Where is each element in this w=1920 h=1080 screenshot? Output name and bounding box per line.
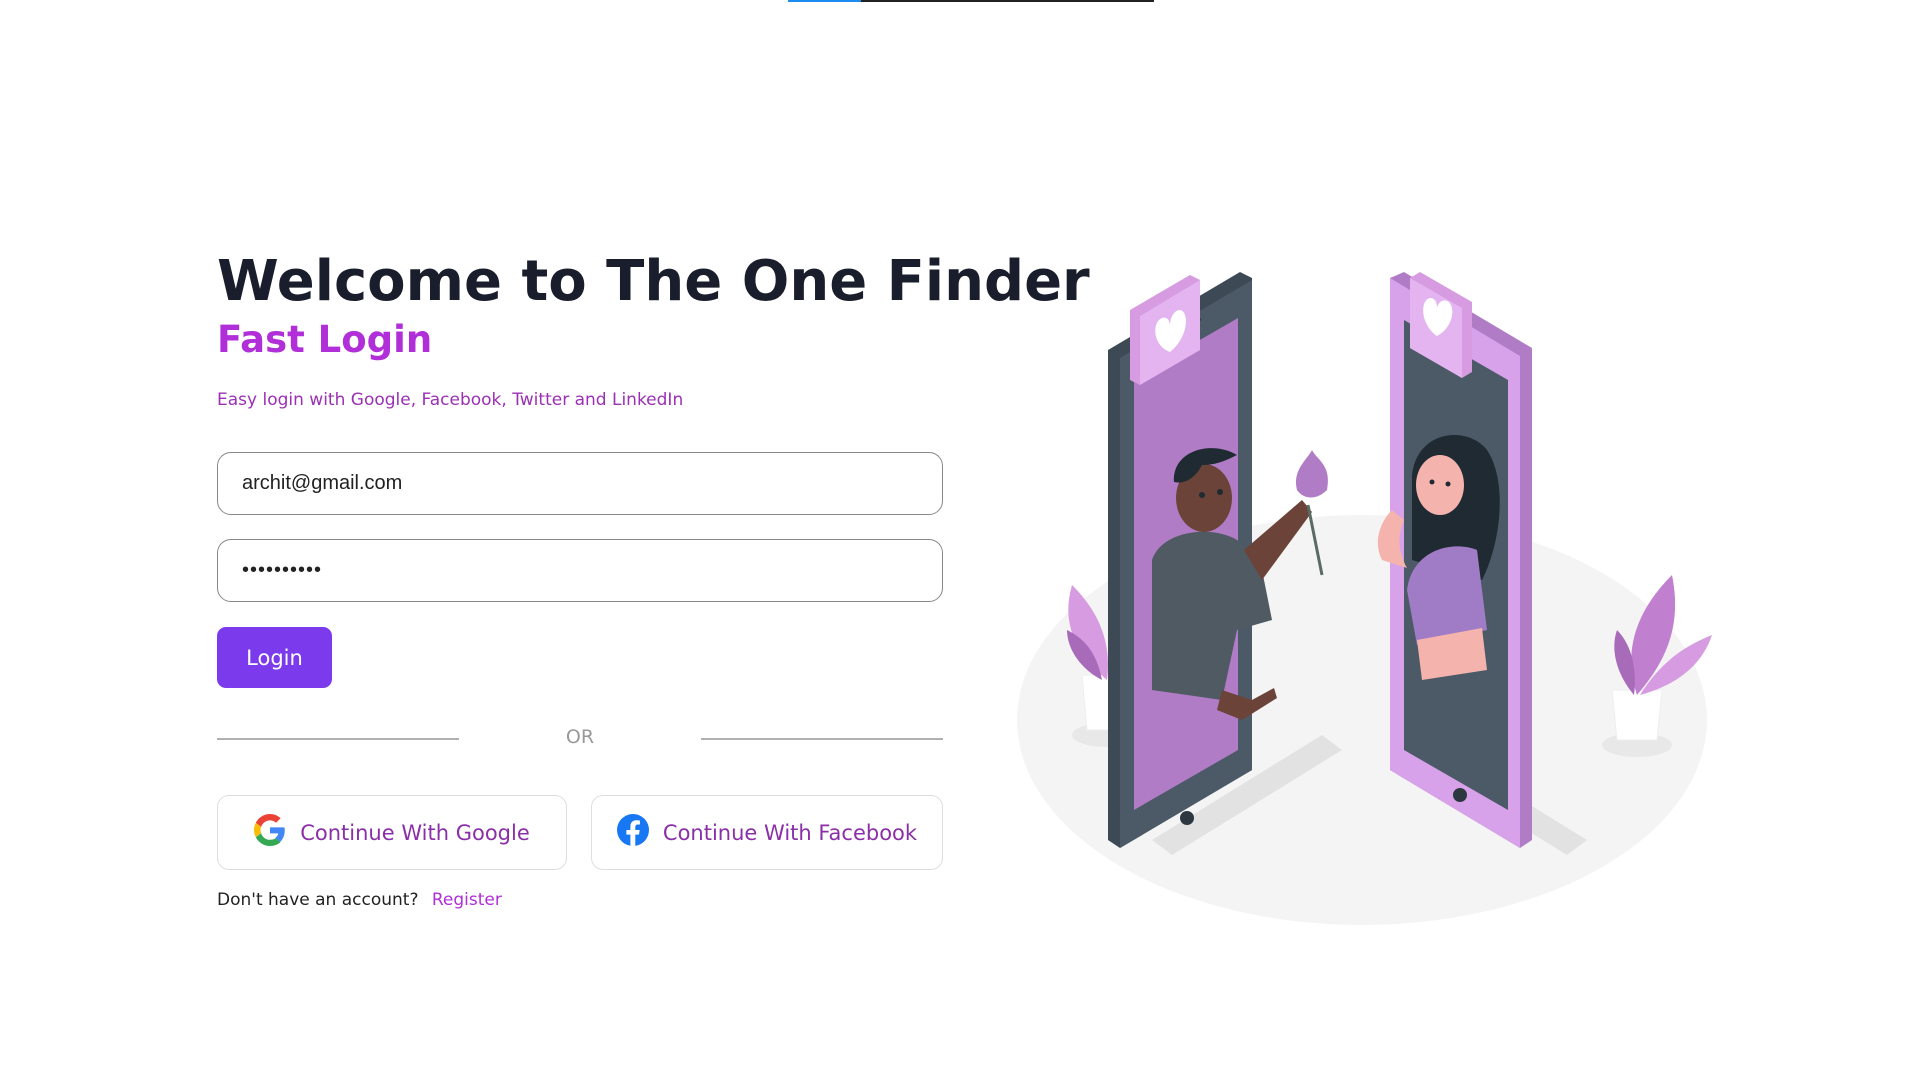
page-title: Welcome to The One Finder xyxy=(217,249,1090,314)
login-description: Easy login with Google, Facebook, Twitte… xyxy=(217,390,684,410)
page-subtitle: Fast Login xyxy=(217,318,433,361)
register-link[interactable]: Register xyxy=(432,890,502,910)
register-prompt: Don't have an account? xyxy=(217,890,419,910)
email-field[interactable] xyxy=(217,452,943,515)
continue-with-facebook-button[interactable]: Continue With Facebook xyxy=(591,795,943,870)
continue-with-google-button[interactable]: Continue With Google xyxy=(217,795,567,870)
social-login-row: Continue With Google Continue With Faceb… xyxy=(217,795,943,870)
login-page: Welcome to The One Finder Fast Login Eas… xyxy=(0,0,1920,1080)
loading-bar xyxy=(788,0,1154,2)
loading-bar-progress xyxy=(788,0,862,2)
google-button-label: Continue With Google xyxy=(300,820,530,845)
divider-line-right xyxy=(701,738,943,740)
register-row: Don't have an account? Register xyxy=(217,890,943,910)
login-panel: Welcome to The One Finder Fast Login Eas… xyxy=(217,244,1090,910)
password-field[interactable] xyxy=(217,539,943,602)
login-button[interactable]: Login xyxy=(217,627,332,688)
or-label: OR xyxy=(565,726,595,748)
dating-app-illustration xyxy=(1017,272,1712,925)
or-divider: OR xyxy=(217,726,943,754)
google-icon xyxy=(254,814,286,851)
facebook-icon xyxy=(616,814,649,851)
facebook-button-label: Continue With Facebook xyxy=(662,820,918,845)
